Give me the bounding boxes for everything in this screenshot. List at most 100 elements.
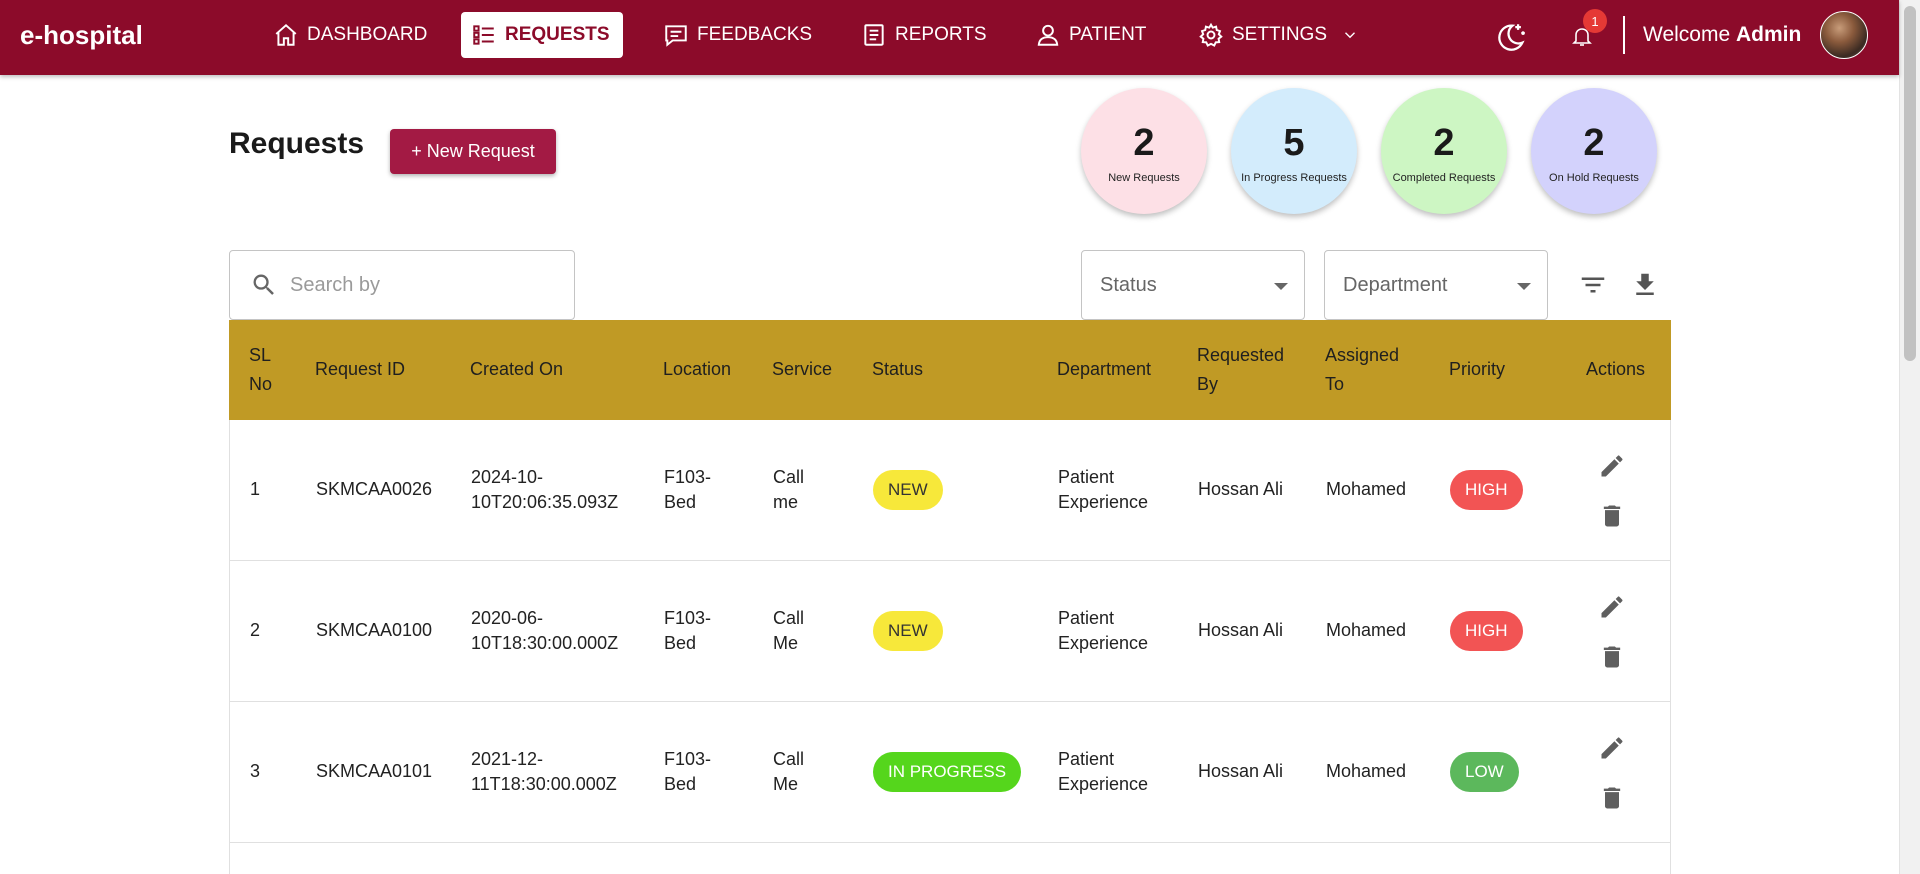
status-select[interactable]: Status xyxy=(1081,250,1305,320)
sl-no-cell: 3 xyxy=(250,761,261,781)
column-header: Request ID xyxy=(315,359,406,379)
column-header: Requested By xyxy=(1197,345,1285,394)
requested-by-cell: Hossan Ali xyxy=(1198,620,1284,640)
nav-settings-label: SETTINGS xyxy=(1232,24,1328,45)
location-cell: F103- Bed xyxy=(664,608,712,653)
stat-on-hold-requests[interactable]: 2 On Hold Requests xyxy=(1531,88,1657,214)
nav-patient-label: PATIENT xyxy=(1069,24,1147,45)
status-badge: NEW xyxy=(873,611,943,651)
edit-icon[interactable] xyxy=(1598,734,1626,762)
table-header: SL No Request ID Created On Location Service… xyxy=(229,320,1671,420)
location-cell: F103- Bed xyxy=(664,467,712,512)
delete-icon[interactable] xyxy=(1598,643,1626,671)
service-cell: Call Me xyxy=(773,608,805,653)
priority-badge: HIGH xyxy=(1450,611,1523,651)
page-scrollbar[interactable] xyxy=(1899,0,1920,874)
brand-logo[interactable]: e-hospital xyxy=(20,20,143,51)
department-cell: Patient Experience xyxy=(1058,749,1149,794)
nav-feedbacks[interactable]: FEEDBACKS xyxy=(653,12,822,58)
top-navbar: e-hospital DASHBOARD REQUESTS FEEDBACKS … xyxy=(0,0,1899,75)
avatar[interactable] xyxy=(1820,11,1868,59)
department-select[interactable]: Department xyxy=(1324,250,1548,320)
location-cell: F103- Bed xyxy=(664,749,712,794)
search-icon xyxy=(253,274,274,295)
column-header: Location xyxy=(663,359,732,379)
requested-by-cell: Hossan Ali xyxy=(1198,761,1284,781)
status-badge: NEW xyxy=(873,470,943,510)
dark-mode-icon[interactable] xyxy=(1494,20,1528,54)
nav-requests-label: REQUESTS xyxy=(505,24,610,45)
nav-requests[interactable]: REQUESTS xyxy=(461,12,623,58)
priority-badge: LOW xyxy=(1450,752,1519,792)
stat-label: Completed Requests xyxy=(1392,172,1496,184)
search-box[interactable] xyxy=(229,250,575,320)
column-header: Status xyxy=(872,359,924,379)
edit-icon[interactable] xyxy=(1598,452,1626,480)
person-icon xyxy=(1037,24,1059,46)
department-select-label: Department xyxy=(1343,273,1448,296)
chevron-down-icon xyxy=(1345,32,1355,39)
welcome-text: Welcome Admin xyxy=(1643,23,1801,47)
column-header: Service xyxy=(772,359,833,379)
table-row[interactable]: 2 SKMCAA0100 2020-06- 10T18:30:00.000Z F103… xyxy=(229,561,1671,702)
created-on-cell: 2024-10- 10T20:06:35.093Z xyxy=(471,467,619,512)
filter-icon[interactable] xyxy=(1578,270,1608,300)
assigned-to-cell: Mohamed xyxy=(1326,620,1407,640)
caret-down-icon xyxy=(1517,283,1531,290)
nav-feedbacks-label: FEEDBACKS xyxy=(697,24,813,45)
stat-label: On Hold Requests xyxy=(1549,172,1639,184)
navbar-divider xyxy=(1623,16,1625,54)
column-header: Actions xyxy=(1586,359,1646,379)
request-id-cell: SKMCAA0100 xyxy=(316,620,433,640)
user-name: Admin xyxy=(1735,23,1802,46)
download-icon[interactable] xyxy=(1630,270,1660,300)
stat-value: 2 xyxy=(1583,122,1605,164)
nav-dashboard[interactable]: DASHBOARD xyxy=(263,12,437,58)
created-on-cell: 2020-06- 10T18:30:00.000Z xyxy=(471,608,619,653)
assigned-to-cell: Mohamed xyxy=(1326,479,1407,499)
department-cell: Patient Experience xyxy=(1058,608,1149,653)
nav-dashboard-label: DASHBOARD xyxy=(307,24,428,45)
stat-value: 5 xyxy=(1283,122,1305,164)
column-header: Priority xyxy=(1449,359,1506,379)
delete-icon[interactable] xyxy=(1598,502,1626,530)
stat-in-progress-requests[interactable]: 5 In Progress Requests xyxy=(1231,88,1357,214)
home-icon xyxy=(275,23,297,46)
edit-icon[interactable] xyxy=(1598,593,1626,621)
table-row[interactable]: 1 SKMCAA0026 2024-10- 10T20:06:35.093Z F103… xyxy=(229,420,1671,561)
status-badge: IN PROGRESS xyxy=(873,752,1022,792)
requests-table: SL No Request ID Created On Location Service… xyxy=(229,320,1671,874)
request-id-cell: SKMCAA0101 xyxy=(316,761,433,781)
service-cell: Call me xyxy=(773,467,805,512)
nav-patient[interactable]: PATIENT xyxy=(1025,12,1156,58)
nav-settings[interactable]: SETTINGS xyxy=(1188,12,1369,58)
new-request-button[interactable]: + New Request xyxy=(390,129,556,174)
notification-badge: 1 xyxy=(1583,9,1607,33)
stat-value: 2 xyxy=(1133,122,1155,164)
search-input[interactable] xyxy=(290,273,560,297)
requested-by-cell: Hossan Ali xyxy=(1198,479,1284,499)
list-icon xyxy=(473,25,494,45)
scrollbar-thumb[interactable] xyxy=(1904,6,1916,361)
gear-icon xyxy=(1199,22,1223,47)
created-on-cell: 2021-12- 11T18:30:00.000Z xyxy=(471,749,617,794)
sl-no-cell: 2 xyxy=(250,620,261,640)
chat-icon xyxy=(665,25,687,47)
stat-completed-requests[interactable]: 2 Completed Requests xyxy=(1381,88,1507,214)
stat-label: New Requests xyxy=(1108,172,1180,184)
caret-down-icon xyxy=(1274,283,1288,290)
status-select-label: Status xyxy=(1100,273,1157,296)
column-header: Department xyxy=(1057,359,1152,379)
department-cell: Patient Experience xyxy=(1058,467,1149,512)
stat-label: In Progress Requests xyxy=(1241,172,1347,184)
column-header: Created On xyxy=(470,359,564,379)
table-body: 1 SKMCAA0026 2024-10- 10T20:06:35.093Z F103… xyxy=(229,420,1671,874)
delete-icon[interactable] xyxy=(1598,784,1626,812)
table-row[interactable]: 3 SKMCAA0101 2021-12- 11T18:30:00.000Z F103… xyxy=(229,702,1671,843)
table-row[interactable] xyxy=(229,843,1671,874)
column-header: SL No xyxy=(249,345,273,394)
nav-reports[interactable]: REPORTS xyxy=(851,12,997,58)
stat-new-requests[interactable]: 2 New Requests xyxy=(1081,88,1207,214)
assigned-to-cell: Mohamed xyxy=(1326,761,1407,781)
document-icon xyxy=(864,24,884,46)
